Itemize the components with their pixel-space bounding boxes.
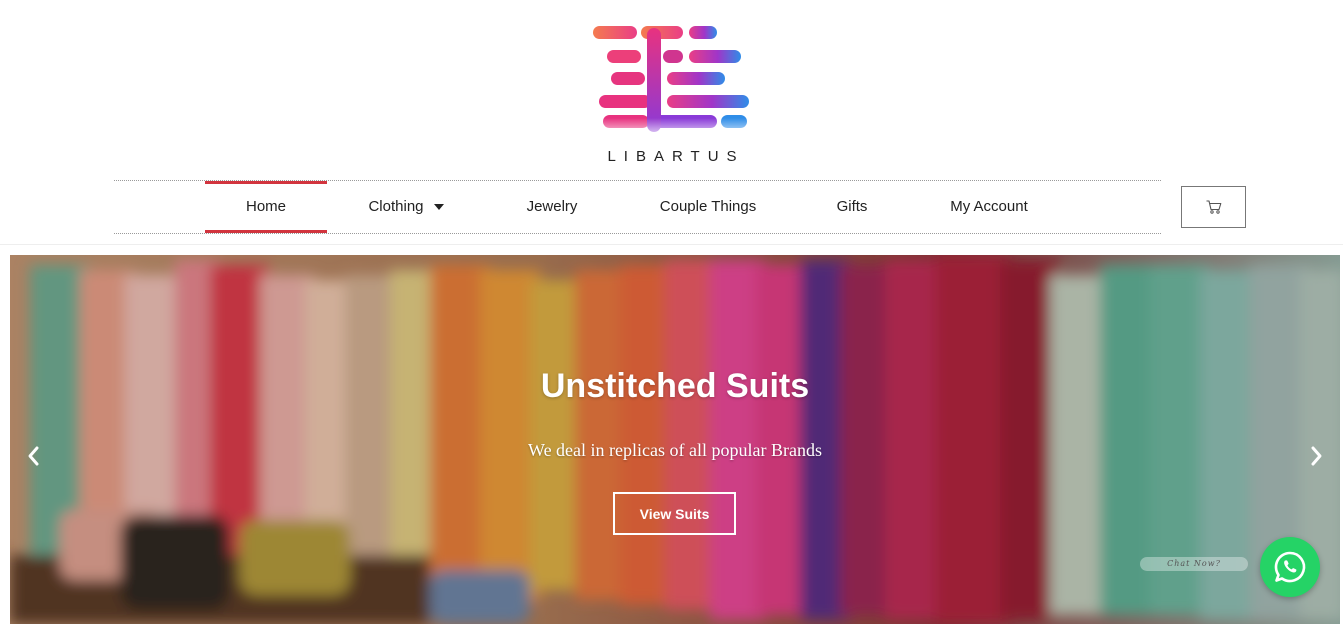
chevron-right-icon [1311, 446, 1322, 466]
view-suits-button[interactable]: View Suits [613, 492, 736, 535]
hero-slider: Unstitched Suits We deal in replicas of … [10, 255, 1340, 624]
header-divider [0, 244, 1343, 245]
caret-down-icon [433, 204, 444, 211]
hero-subtitle: We deal in replicas of all popular Brand… [528, 440, 822, 460]
chevron-left-icon [28, 446, 39, 466]
nav-item-label: Clothing [368, 198, 424, 215]
nav-item-label: Gifts [836, 198, 868, 215]
nav-item-gifts[interactable]: Gifts [822, 181, 882, 233]
nav-item-my-account[interactable]: My Account [936, 181, 1042, 233]
nav-item-label: Couple Things [659, 198, 757, 215]
nav-item-couple-things[interactable]: Couple Things [648, 181, 768, 233]
nav-item-label: Home [245, 198, 286, 215]
nav-item-clothing[interactable]: Clothing [352, 181, 460, 233]
nav-item-label: My Account [950, 198, 1028, 215]
slider-prev-button[interactable] [22, 443, 46, 469]
whatsapp-chat-button[interactable] [1260, 537, 1320, 597]
main-navigation: Home Clothing Jewelry Couple Things Gift… [114, 180, 1161, 234]
whatsapp-icon [1274, 551, 1306, 583]
nav-item-label: Jewelry [526, 198, 578, 215]
chat-now-label[interactable]: Chat Now? [1140, 557, 1248, 571]
cart-button[interactable] [1181, 186, 1246, 228]
brand-name: LIBARTUS [607, 148, 745, 165]
hero-title: Unstitched Suits [540, 367, 810, 405]
cart-icon [1206, 200, 1221, 214]
site-header: LIBARTUS [0, 0, 1343, 175]
libartus-logo-icon[interactable] [591, 22, 753, 140]
nav-item-home[interactable]: Home [205, 181, 327, 233]
slider-next-button[interactable] [1304, 443, 1328, 469]
nav-item-jewelry[interactable]: Jewelry [512, 181, 592, 233]
